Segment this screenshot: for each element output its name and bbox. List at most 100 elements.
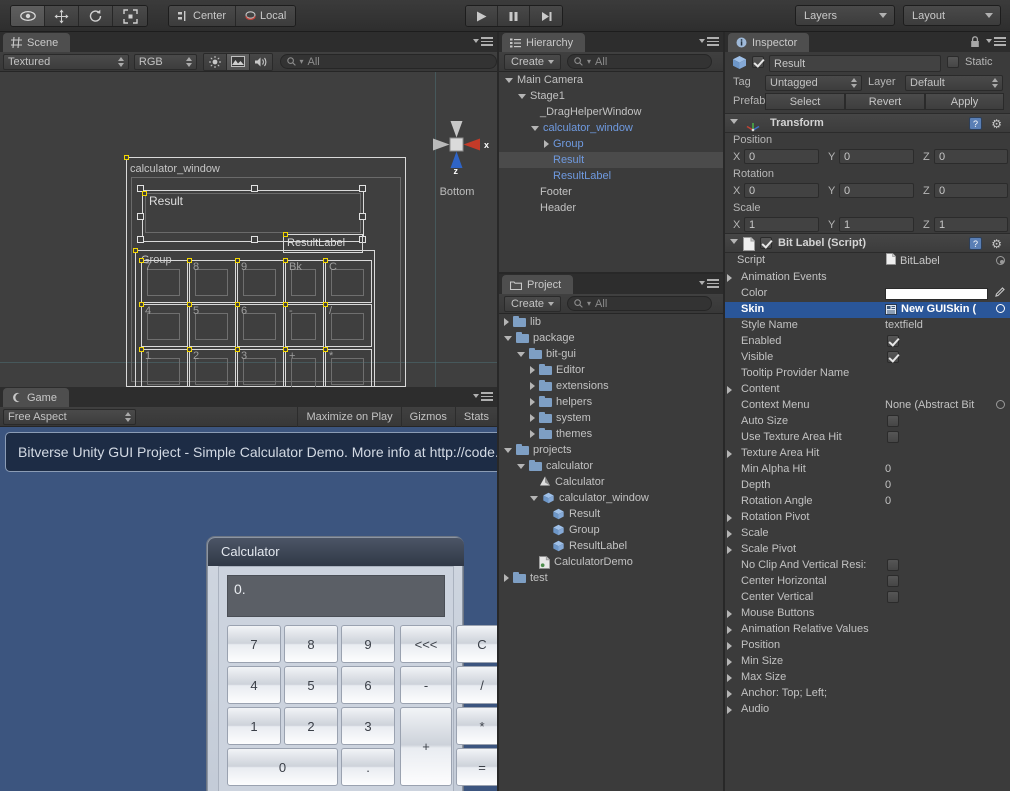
calc-key-c[interactable]: C — [456, 625, 497, 663]
scene-anchor-handle[interactable] — [235, 258, 240, 263]
property-row-anchor-top-left[interactable]: Anchor: Top; Left; — [725, 686, 1010, 702]
bitlabel-component-header[interactable]: Bit Label (Script) ? ⚙ — [725, 233, 1010, 253]
tab-scene[interactable]: Scene — [3, 33, 71, 52]
gear-icon[interactable]: ⚙ — [991, 237, 1002, 251]
object-name-field[interactable]: Result — [769, 55, 941, 72]
hierarchy-search-input[interactable]: ▾ All — [567, 54, 713, 69]
scale-z-field[interactable]: 1 — [934, 217, 1008, 232]
chevron-right-icon[interactable] — [544, 140, 549, 148]
project-item-test[interactable]: test — [499, 570, 723, 586]
project-create-button[interactable]: Create — [504, 295, 562, 312]
render-mode-dropdown[interactable]: RGB — [133, 53, 197, 70]
layers-dropdown[interactable]: Layers — [795, 5, 895, 26]
scene-anchor-handle[interactable] — [142, 191, 147, 196]
chevron-down-icon[interactable] — [505, 77, 513, 83]
scene-anchor-handle[interactable] — [283, 232, 288, 237]
chevron-right-icon[interactable] — [727, 450, 732, 458]
property-row-animation-events[interactable]: Animation Events — [725, 270, 1010, 286]
scale-icon[interactable] — [113, 6, 147, 26]
scene-anchor-handle[interactable] — [124, 155, 129, 160]
property-checkbox[interactable] — [887, 431, 899, 443]
layout-dropdown[interactable]: Layout — [903, 5, 1001, 26]
project-item-bit-gui[interactable]: bit-gui — [499, 346, 723, 362]
resize-handle-r[interactable] — [359, 213, 366, 220]
tab-project[interactable]: Project — [502, 275, 574, 294]
scene-anchor-handle[interactable] — [187, 347, 192, 352]
rotation-y-field[interactable]: 0 — [839, 183, 914, 198]
chevron-down-icon[interactable] — [531, 125, 539, 131]
tag-dropdown[interactable]: Untagged — [765, 75, 862, 91]
chevron-right-icon[interactable] — [727, 674, 732, 682]
resize-handle-bl[interactable] — [137, 236, 144, 243]
chevron-down-icon[interactable] — [518, 93, 526, 99]
hierarchy-item-resultlabel[interactable]: ResultLabel — [499, 168, 723, 184]
help-icon[interactable]: ? — [969, 237, 982, 250]
property-row-no-clip-and-vertical-resi[interactable]: No Clip And Vertical Resi: — [725, 558, 1010, 574]
calc-key-plus[interactable]: + — [400, 707, 452, 786]
property-row-color[interactable]: Color — [725, 286, 1010, 302]
gizmos-button[interactable]: Gizmos — [400, 406, 455, 427]
project-item-group[interactable]: Group — [499, 522, 723, 538]
scene-anchor-handle[interactable] — [235, 302, 240, 307]
property-row-min-size[interactable]: Min Size — [725, 654, 1010, 670]
position-x-field[interactable]: 0 — [744, 149, 819, 164]
project-item-calculator[interactable]: Calculator — [499, 474, 723, 490]
scene-anchor-handle[interactable] — [139, 347, 144, 352]
hierarchy-item-stage1[interactable]: Stage1 — [499, 88, 723, 104]
hierarchy-create-button[interactable]: Create — [504, 53, 562, 70]
chevron-right-icon[interactable] — [727, 514, 732, 522]
calc-key-6[interactable]: 6 — [341, 666, 395, 704]
calc-key-zero[interactable]: 0 — [227, 748, 338, 786]
chevron-right-icon[interactable] — [727, 658, 732, 666]
calc-key-dot[interactable]: . — [341, 748, 395, 786]
chevron-right-icon[interactable] — [530, 414, 535, 422]
property-row-rotation-pivot[interactable]: Rotation Pivot — [725, 510, 1010, 526]
calc-key-divide[interactable]: / — [456, 666, 497, 704]
chevron-down-icon[interactable] — [504, 335, 512, 341]
property-checkbox[interactable] — [887, 591, 899, 603]
property-row-rotation-angle[interactable]: Rotation Angle 0 — [725, 494, 1010, 510]
help-icon[interactable]: ? — [969, 117, 982, 130]
hierarchy-item-calculator-window[interactable]: calculator_window — [499, 120, 723, 136]
scene-anchor-handle[interactable] — [323, 258, 328, 263]
hierarchy-item-header[interactable]: Header — [499, 200, 723, 216]
calc-key-1[interactable]: 1 — [227, 707, 281, 745]
property-row-style-name[interactable]: Style Name textfield — [725, 318, 1010, 334]
property-row-position[interactable]: Position — [725, 638, 1010, 654]
project-item-calculatordemo[interactable]: CalculatorDemo — [499, 554, 723, 570]
calc-key-2[interactable]: 2 — [284, 707, 338, 745]
calc-key-backspace[interactable]: <<< — [400, 625, 452, 663]
scene-anchor-handle[interactable] — [139, 258, 144, 263]
property-row-scale[interactable]: Scale — [725, 526, 1010, 542]
project-item-package[interactable]: package — [499, 330, 723, 346]
hierarchy-item-draghelperwindow[interactable]: _DragHelperWindow — [499, 104, 723, 120]
project-item-projects[interactable]: projects — [499, 442, 723, 458]
pivot-center-button[interactable]: Center — [169, 6, 237, 26]
property-row-depth[interactable]: Depth 0 — [725, 478, 1010, 494]
chevron-right-icon[interactable] — [530, 366, 535, 374]
scene-anchor-handle[interactable] — [283, 347, 288, 352]
chevron-right-icon[interactable] — [530, 430, 535, 438]
scene-anchor-handle[interactable] — [323, 347, 328, 352]
calc-key-8[interactable]: 8 — [284, 625, 338, 663]
static-checkbox[interactable] — [947, 56, 959, 68]
inspector-panel-menu[interactable] — [986, 37, 1006, 46]
property-row-center-vertical[interactable]: Center Vertical — [725, 590, 1010, 606]
position-y-field[interactable]: 0 — [839, 149, 914, 164]
scale-y-field[interactable]: 1 — [839, 217, 914, 232]
game-viewport[interactable]: Bitverse Unity GUI Project - Simple Calc… — [0, 427, 497, 791]
calc-key-5[interactable]: 5 — [284, 666, 338, 704]
rotation-z-field[interactable]: 0 — [934, 183, 1008, 198]
scene-search-input[interactable]: ▾ All — [279, 54, 498, 69]
project-item-calculator-window[interactable]: calculator_window — [499, 490, 723, 506]
object-enabled-checkbox[interactable] — [752, 56, 764, 68]
maximize-on-play-button[interactable]: Maximize on Play — [297, 406, 400, 427]
object-picker-icon[interactable] — [996, 256, 1005, 265]
hierarchy-item-result[interactable]: Result — [499, 152, 723, 168]
script-object-field[interactable]: BitLabel — [883, 253, 1008, 268]
property-row-animation-relative-values[interactable]: Animation Relative Values — [725, 622, 1010, 638]
object-picker-icon[interactable] — [996, 304, 1005, 313]
hierarchy-item-group[interactable]: Group — [499, 136, 723, 152]
calculator-display[interactable]: 0. — [227, 575, 445, 617]
scene-anchor-handle[interactable] — [323, 302, 328, 307]
